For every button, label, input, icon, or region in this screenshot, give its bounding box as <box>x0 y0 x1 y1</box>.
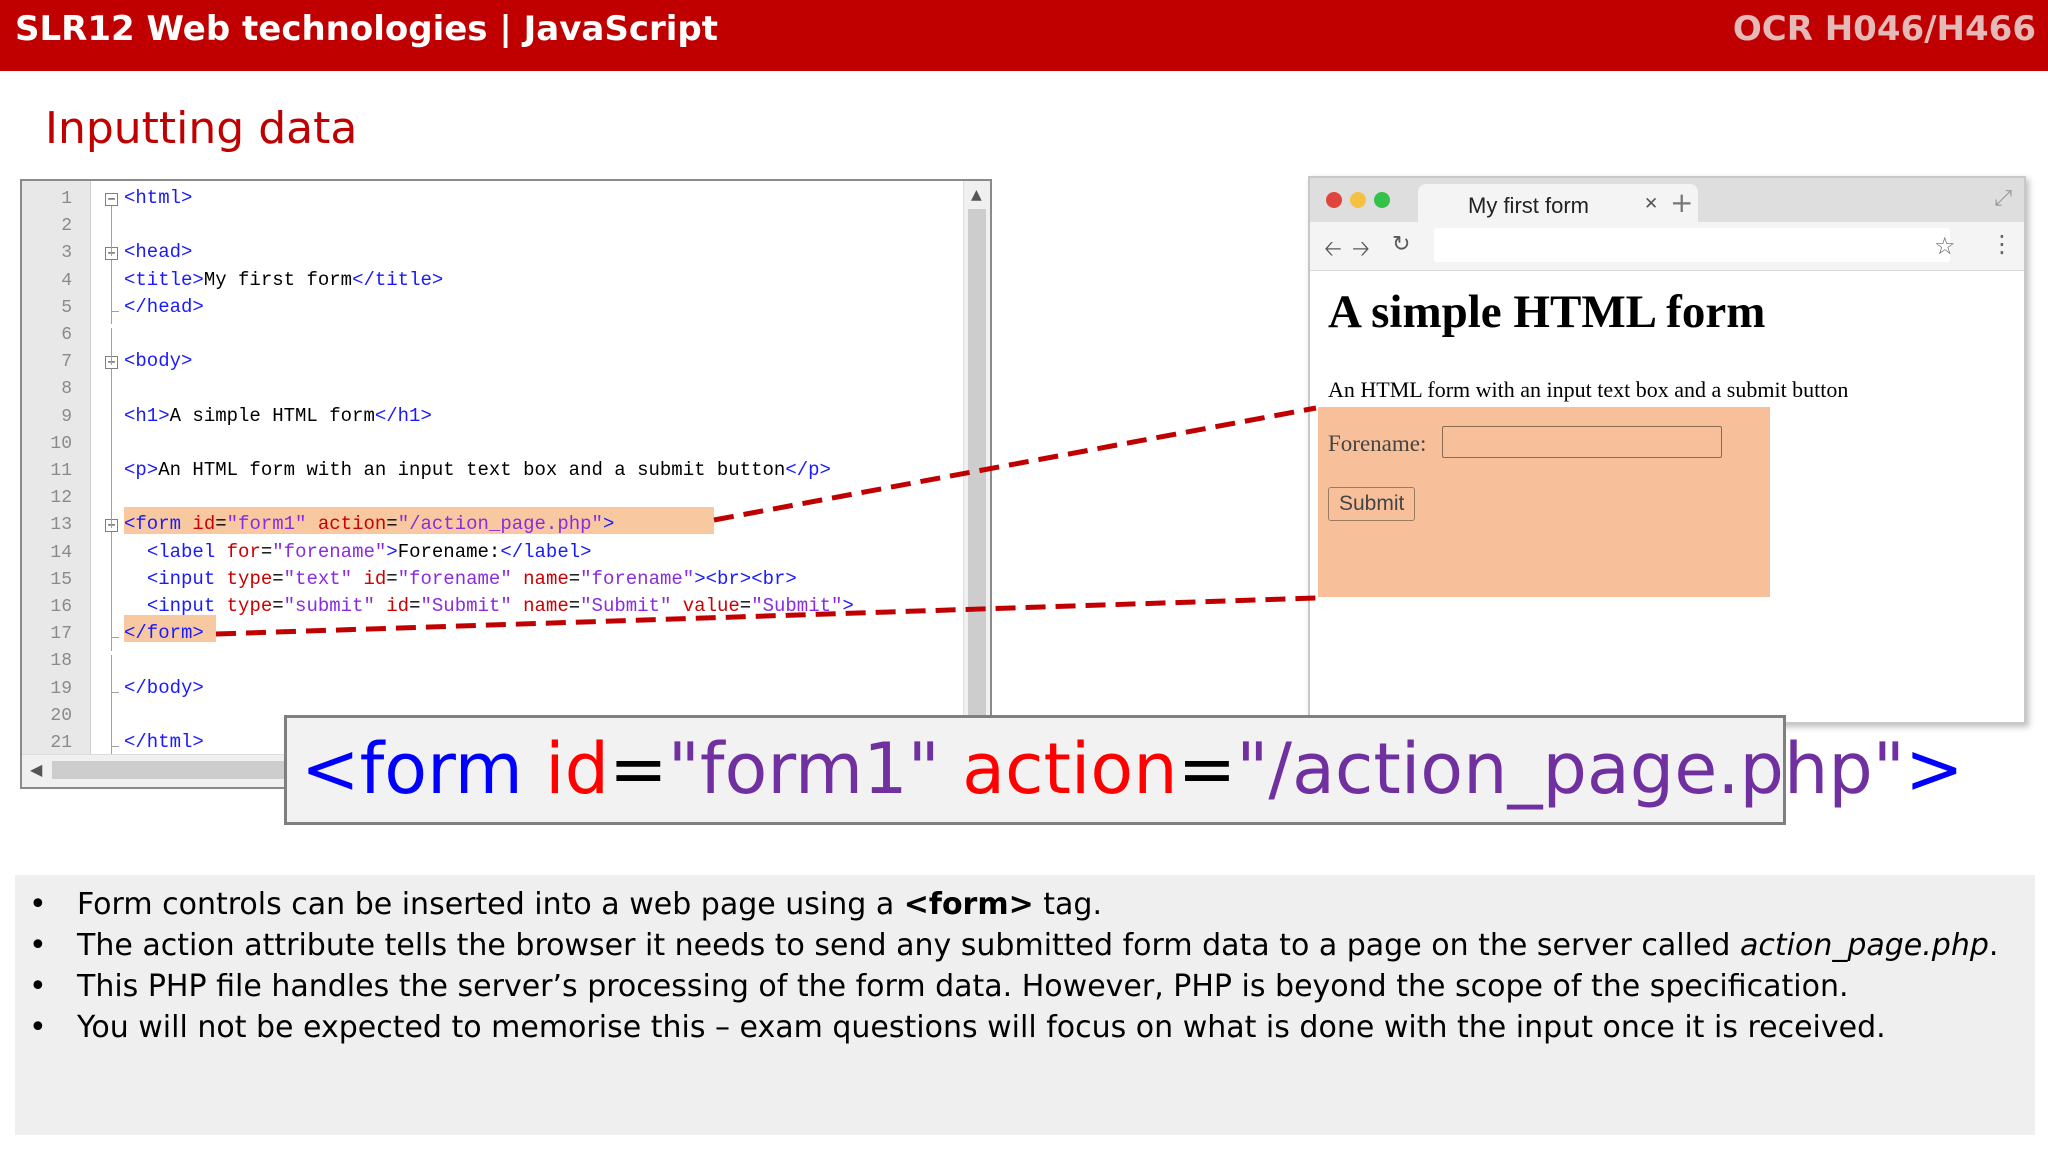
callout-value-action: "/action_page.php" <box>1236 728 1905 810</box>
bullet-dot-icon: • <box>29 1010 47 1045</box>
callout-code: <form id="form1" action="/action_page.ph… <box>301 730 1964 808</box>
callout-attr-action: action <box>962 728 1178 810</box>
note-text: The action attribute tells the browser i… <box>77 928 1998 963</box>
callout-equals-1: = <box>609 728 668 810</box>
bullet-dot-icon: • <box>29 887 47 922</box>
callout-attr-id: id <box>545 728 610 810</box>
notes-panel: • Form controls can be inserted into a w… <box>15 875 2035 1135</box>
form-tag-callout: <form id="form1" action="/action_page.ph… <box>284 715 1964 825</box>
callout-tag-open: <form <box>301 728 523 810</box>
note-1-bold: <form> <box>903 887 1034 922</box>
note-2-end: . <box>1988 928 1999 963</box>
note-3-text: This PHP file handles the server’s proce… <box>77 969 1849 1004</box>
note-1-text: Form controls can be inserted into a web… <box>77 887 904 922</box>
callout-equals-2: = <box>1177 728 1237 810</box>
connector-form-close <box>215 595 1317 637</box>
note-4-text: You will not be expected to memorise thi… <box>77 1010 1886 1045</box>
connector-form-open <box>713 405 1317 523</box>
note-2-text: The action attribute tells the browser i… <box>77 928 1740 963</box>
note-text: Form controls can be inserted into a web… <box>77 887 1102 922</box>
callout-tag-close: > <box>1904 728 1964 810</box>
note-1-end: tag. <box>1033 887 1103 922</box>
bullet-dot-icon: • <box>29 969 47 1004</box>
bullet-dot-icon: • <box>29 928 47 963</box>
note-2-italic: action_page.php <box>1739 928 1989 963</box>
callout-value-id: "form1" <box>667 728 940 810</box>
